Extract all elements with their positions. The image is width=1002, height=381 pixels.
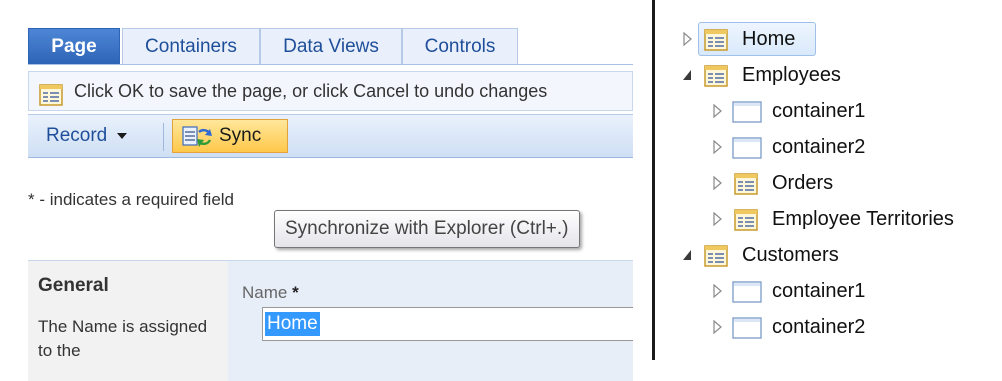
editor-tab-strip: Page Containers Data Views Controls [28,24,633,65]
tree-node-label: Employee Territories [772,208,954,230]
collapse-arrow-icon[interactable] [682,58,694,92]
tab-data-views[interactable]: Data Views [260,28,402,64]
container-icon [732,280,762,314]
page-icon [704,28,728,62]
page-icon [734,208,758,242]
expand-arrow-icon[interactable] [712,166,724,200]
page-editor-frame: Page Containers Data Views Controls Clic… [28,24,633,381]
page-editor-panel: Page Containers Data Views Controls Clic… [0,0,640,381]
expand-arrow-icon[interactable] [712,130,724,164]
name-input[interactable]: Home [262,307,633,341]
sync-label: Sync [219,125,262,146]
tree-node-label: container2 [772,316,866,338]
page-icon [734,172,758,206]
page-icon [39,81,63,110]
expand-arrow-icon[interactable] [712,94,724,128]
expand-arrow-icon[interactable] [712,310,724,344]
expand-arrow-icon[interactable] [712,274,724,308]
tree-node-label: container2 [772,136,866,158]
panel-divider [652,0,655,360]
name-field-label: Name * [242,283,299,303]
record-label: Record [46,125,108,146]
tree-node-label: Orders [772,172,834,194]
tab-containers[interactable]: Containers [122,28,260,64]
tree-node-label: container1 [772,100,866,122]
container-icon [732,100,762,134]
tree-node-label: container1 [772,280,866,302]
info-bar: Click OK to save the page, or click Canc… [28,71,633,111]
tab-controls[interactable]: Controls [402,28,518,64]
sync-button[interactable]: Sync [172,119,288,153]
name-input-value: Home [265,312,320,336]
sync-tooltip: Synchronize with Explorer (Ctrl+.) [274,210,580,248]
tab-page[interactable]: Page [28,28,120,64]
page-icon [704,64,728,98]
section-description-column: General The Name is assigned to the [28,261,228,381]
collapse-arrow-icon[interactable] [682,238,694,272]
required-marker: * [292,283,299,302]
section-fields-column: Name * Home [228,261,633,381]
tree-node-label: Home [742,28,796,50]
expand-arrow-icon[interactable] [682,22,694,56]
chevron-down-icon [117,132,128,139]
explorer-tree: Home Employees container1 container2 Ord… [658,0,1002,360]
sync-icon [181,124,213,161]
section-description: The Name is assigned to the [38,317,208,360]
section-title: General [38,275,109,296]
action-toolbar: Record Sync [28,114,633,158]
container-icon [732,136,762,170]
info-text: Click OK to save the page, or click Canc… [74,81,548,101]
required-field-note: * - indicates a required field [28,190,235,209]
container-icon [732,316,762,350]
record-menu-button[interactable]: Record [46,121,128,151]
toolbar-separator [163,123,164,151]
page-icon [704,244,728,278]
tree-node-label: Employees [742,64,841,86]
expand-arrow-icon[interactable] [712,202,724,236]
name-label-text: Name [242,283,288,302]
tree-node-label: Customers [742,244,839,266]
